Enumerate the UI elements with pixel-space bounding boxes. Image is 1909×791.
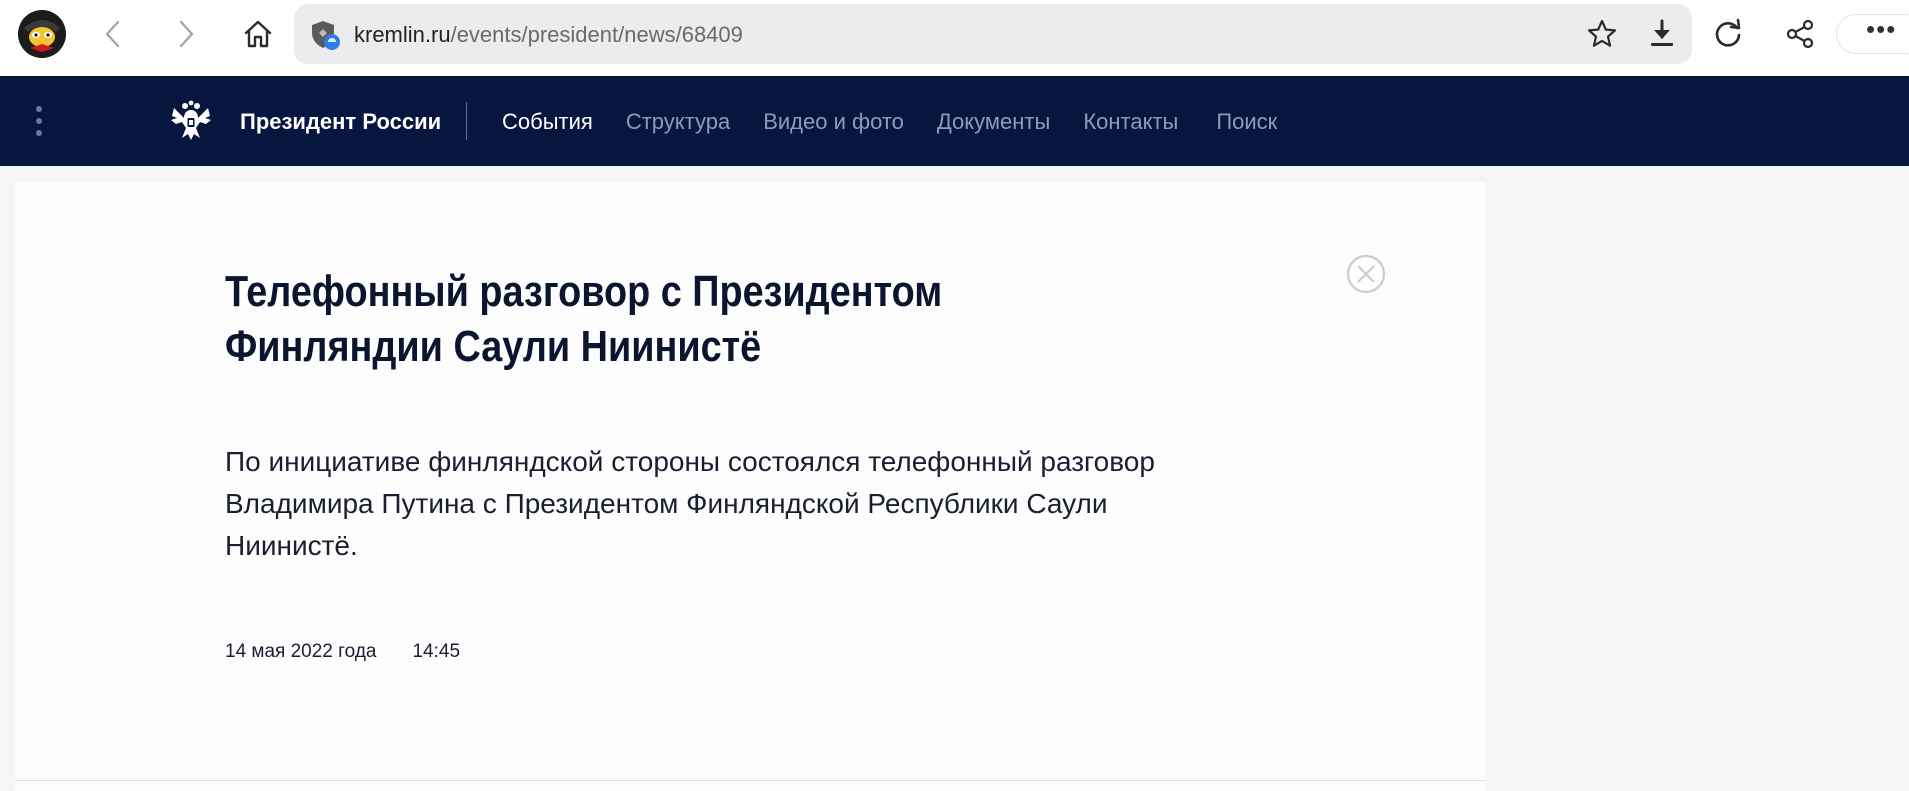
home-icon <box>244 20 272 48</box>
nav-item-events[interactable]: События <box>502 109 593 135</box>
shield-icon[interactable] <box>310 19 340 51</box>
article-time: 14:45 <box>412 641 461 662</box>
url-path: /events/president/news/68409 <box>450 22 743 47</box>
nav-item-documents[interactable]: Документы <box>937 109 1050 135</box>
share-icon <box>1786 19 1814 49</box>
download-button[interactable] <box>1640 14 1684 54</box>
eagle-emblem-icon[interactable] <box>168 98 214 144</box>
nav-divider <box>466 102 467 140</box>
avatar-image <box>18 10 66 58</box>
article-date: 14 мая 2022 года <box>225 641 377 662</box>
profile-avatar[interactable] <box>18 10 66 58</box>
url-host: kremlin.ru <box>354 22 451 47</box>
article-lead: По инициативе финляндской стороны состоя… <box>225 446 1155 561</box>
nav-item-structure[interactable]: Структура <box>626 109 730 135</box>
forward-button[interactable] <box>164 14 208 54</box>
main-nav: События Структура Видео и фото Документы… <box>502 109 1310 135</box>
nav-item-contacts[interactable]: Контакты <box>1083 109 1178 135</box>
nav-item-video-photo[interactable]: Видео и фото <box>763 109 904 135</box>
chevron-left-icon <box>105 20 120 48</box>
article-dateline: 14 мая 2022 года 14:45 <box>225 641 460 663</box>
menu-dots-icon[interactable] <box>30 104 50 138</box>
share-button[interactable] <box>1778 14 1822 54</box>
bookmark-button[interactable] <box>1580 14 1624 54</box>
more-icon: ••• <box>1866 14 1897 44</box>
site-title[interactable]: Президент России <box>240 109 441 135</box>
close-icon[interactable] <box>1346 254 1386 294</box>
url-text[interactable]: kremlin.ru/events/president/news/68409 <box>354 22 743 48</box>
card-divider <box>15 780 1485 781</box>
more-menu-button[interactable]: ••• <box>1836 14 1909 54</box>
nav-item-search[interactable]: Поиск <box>1216 109 1277 135</box>
reload-icon <box>1715 18 1741 47</box>
chevron-right-icon <box>179 20 194 48</box>
back-button[interactable] <box>91 14 135 54</box>
address-bar[interactable]: kremlin.ru/events/president/news/68409 <box>294 4 1692 64</box>
download-icon <box>1651 19 1673 46</box>
reload-button[interactable] <box>1706 14 1750 54</box>
article-headline: Телефонный разговор с Президентом Финлян… <box>225 267 943 371</box>
site-navbar: Президент России События Структура Видео… <box>0 76 1909 166</box>
home-button[interactable] <box>236 14 280 54</box>
browser-toolbar: kremlin.ru/events/president/news/68409 •… <box>0 0 1909 76</box>
star-icon <box>1587 19 1617 47</box>
